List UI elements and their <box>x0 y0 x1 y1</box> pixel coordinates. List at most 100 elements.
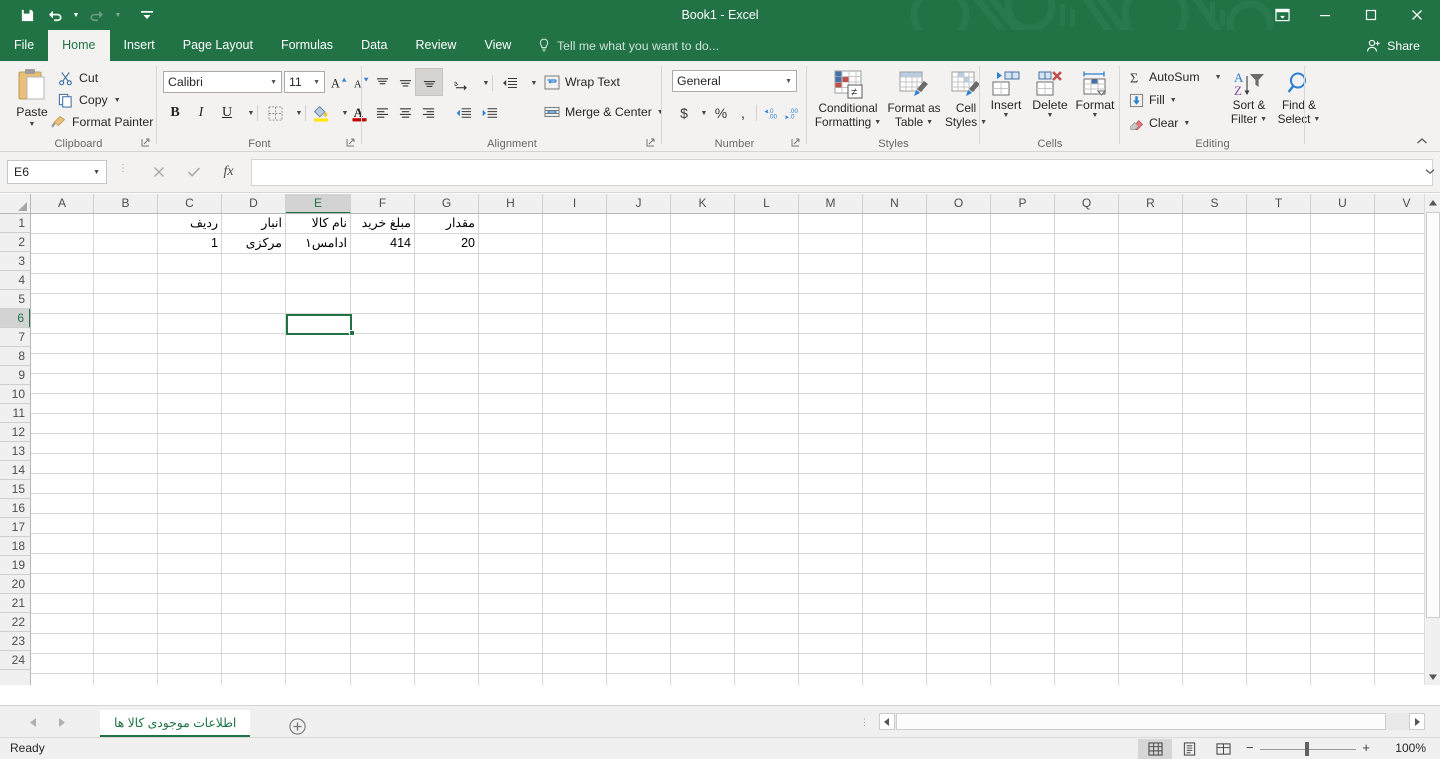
cell-b13[interactable] <box>94 454 158 474</box>
zoom-in-button[interactable]: + <box>1362 740 1370 755</box>
font-size-input[interactable]: 11 ▼ <box>284 71 325 93</box>
cell-h2[interactable] <box>479 234 543 254</box>
cell-l16[interactable] <box>735 514 799 534</box>
cell-e7[interactable] <box>286 334 351 354</box>
cell-t4[interactable] <box>1247 274 1311 294</box>
cell-g2[interactable]: 20 <box>415 234 479 254</box>
cell-d11[interactable] <box>222 414 286 434</box>
cell-i23[interactable] <box>543 654 607 674</box>
cell-o5[interactable] <box>927 294 991 314</box>
cell-i11[interactable] <box>543 414 607 434</box>
cell-n16[interactable] <box>863 514 927 534</box>
cell-e15[interactable] <box>286 494 351 514</box>
cell-o18[interactable] <box>927 554 991 574</box>
cell-g20[interactable] <box>415 594 479 614</box>
cell-j12[interactable] <box>607 434 671 454</box>
format-as-table-dropdown-icon[interactable]: ▼ <box>926 119 933 126</box>
cell-o9[interactable] <box>927 374 991 394</box>
ribbon-display-options-icon[interactable] <box>1262 0 1302 30</box>
column-header-h[interactable]: H <box>479 194 543 213</box>
cell-m14[interactable] <box>799 474 863 494</box>
row-header-15[interactable]: 15 <box>0 480 30 499</box>
cell-h13[interactable] <box>479 454 543 474</box>
cell-j17[interactable] <box>607 534 671 554</box>
cell-o12[interactable] <box>927 434 991 454</box>
formula-bar-grip[interactable]: ⋮ <box>118 164 128 179</box>
cell-e5[interactable] <box>286 294 351 314</box>
cell-s18[interactable] <box>1183 554 1247 574</box>
cell-g13[interactable] <box>415 454 479 474</box>
cell-c7[interactable] <box>158 334 222 354</box>
cell-o2[interactable] <box>927 234 991 254</box>
cell-e2[interactable]: ادامس١ <box>286 234 351 254</box>
cell-m12[interactable] <box>799 434 863 454</box>
cell-o23[interactable] <box>927 654 991 674</box>
cell-q14[interactable] <box>1055 474 1119 494</box>
column-header-m[interactable]: M <box>799 194 863 213</box>
cell-k1[interactable] <box>671 214 735 234</box>
column-header-j[interactable]: J <box>607 194 671 213</box>
tab-page-layout[interactable]: Page Layout <box>169 30 267 61</box>
cell-a1[interactable] <box>31 214 94 234</box>
cell-q10[interactable] <box>1055 394 1119 414</box>
cell-p3[interactable] <box>991 254 1055 274</box>
cell-a14[interactable] <box>31 474 94 494</box>
cell-a6[interactable] <box>31 314 94 334</box>
cell-r18[interactable] <box>1119 554 1183 574</box>
cell-p8[interactable] <box>991 354 1055 374</box>
cell-f18[interactable] <box>351 554 415 574</box>
font-size-dropdown-icon[interactable]: ▼ <box>313 79 320 86</box>
cell-u20[interactable] <box>1311 594 1375 614</box>
cell-i6[interactable] <box>543 314 607 334</box>
cell-q21[interactable] <box>1055 614 1119 634</box>
cell-p7[interactable] <box>991 334 1055 354</box>
cell-v16[interactable] <box>1375 514 1424 534</box>
column-header-d[interactable]: D <box>222 194 286 213</box>
cell-j21[interactable] <box>607 614 671 634</box>
cell-d1[interactable]: انبار <box>222 214 286 234</box>
cell-b17[interactable] <box>94 534 158 554</box>
cell-g18[interactable] <box>415 554 479 574</box>
cell-l1[interactable] <box>735 214 799 234</box>
column-header-u[interactable]: U <box>1311 194 1375 213</box>
cell-s14[interactable] <box>1183 474 1247 494</box>
cell-s5[interactable] <box>1183 294 1247 314</box>
cell-k11[interactable] <box>671 414 735 434</box>
cell-k13[interactable] <box>671 454 735 474</box>
cell-v12[interactable] <box>1375 434 1424 454</box>
cell-c11[interactable] <box>158 414 222 434</box>
cell-d20[interactable] <box>222 594 286 614</box>
cell-i10[interactable] <box>543 394 607 414</box>
cell-q17[interactable] <box>1055 534 1119 554</box>
cell-b16[interactable] <box>94 514 158 534</box>
cell-t17[interactable] <box>1247 534 1311 554</box>
cell-f6[interactable] <box>351 314 415 334</box>
align-center-button[interactable] <box>393 101 417 125</box>
column-header-k[interactable]: K <box>671 194 735 213</box>
cell-b5[interactable] <box>94 294 158 314</box>
cell-r10[interactable] <box>1119 394 1183 414</box>
cell-n1[interactable] <box>863 214 927 234</box>
column-header-t[interactable]: T <box>1247 194 1311 213</box>
cell-a19[interactable] <box>31 574 94 594</box>
cell-r2[interactable] <box>1119 234 1183 254</box>
cell-n17[interactable] <box>863 534 927 554</box>
cell-a16[interactable] <box>31 514 94 534</box>
cell-q3[interactable] <box>1055 254 1119 274</box>
column-header-e[interactable]: E <box>286 194 351 213</box>
cell-h15[interactable] <box>479 494 543 514</box>
cell-b10[interactable] <box>94 394 158 414</box>
cell-u17[interactable] <box>1311 534 1375 554</box>
cell-t6[interactable] <box>1247 314 1311 334</box>
cell-m21[interactable] <box>799 614 863 634</box>
cell-g7[interactable] <box>415 334 479 354</box>
cell-v21[interactable] <box>1375 614 1424 634</box>
cell-p15[interactable] <box>991 494 1055 514</box>
cell-i21[interactable] <box>543 614 607 634</box>
row-header-23[interactable]: 23 <box>0 632 30 651</box>
cell-l6[interactable] <box>735 314 799 334</box>
clipboard-dialog-launcher[interactable] <box>141 138 153 150</box>
cell-b21[interactable] <box>94 614 158 634</box>
cell-f20[interactable] <box>351 594 415 614</box>
cell-u23[interactable] <box>1311 654 1375 674</box>
